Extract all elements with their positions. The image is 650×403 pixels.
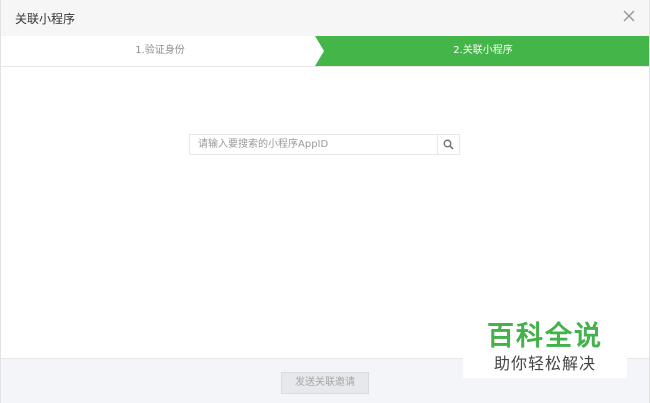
dialog-titlebar: 关联小程序 <box>1 0 649 36</box>
dialog-title: 关联小程序 <box>15 12 76 26</box>
send-association-invite-button[interactable]: 发送关联邀请 <box>281 372 369 394</box>
watermark-brand: 百科全说 <box>487 321 603 352</box>
associate-miniprogram-dialog: 关联小程序 1.验证身份 2.关联小程序 发送关联邀请 百科全说 助你轻松解决 <box>0 0 650 403</box>
watermark-slogan: 助你轻松解决 <box>493 354 596 373</box>
close-icon[interactable] <box>621 8 637 24</box>
step-verify-identity: 1.验证身份 <box>135 45 185 56</box>
appid-search-box <box>189 134 460 155</box>
watermark: 百科全说 助你轻松解决 <box>463 312 627 378</box>
step-associate-miniprogram: 2.关联小程序 <box>315 36 649 66</box>
search-button[interactable] <box>437 135 459 154</box>
appid-search-input[interactable] <box>190 135 438 154</box>
step-indicator: 1.验证身份 2.关联小程序 <box>1 36 649 67</box>
